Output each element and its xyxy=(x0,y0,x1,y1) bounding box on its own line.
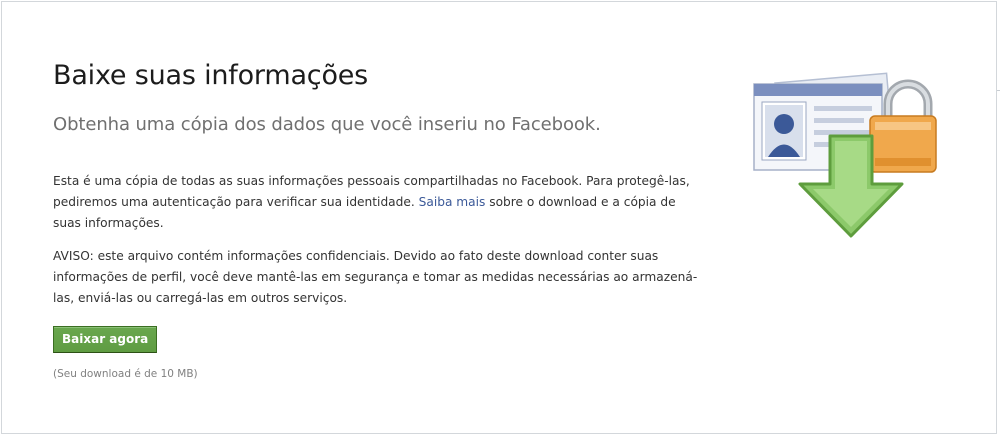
info-paragraph: Esta é uma cópia de todas as suas inform… xyxy=(53,171,698,234)
learn-more-link[interactable]: Saiba mais xyxy=(419,195,486,209)
page-subtitle: Obtenha uma cópia dos dados que você ins… xyxy=(53,114,601,135)
main-content: Baixe suas informações Obtenha uma cópia… xyxy=(53,52,698,381)
download-now-button[interactable]: Baixar agora xyxy=(53,326,158,353)
download-illustration xyxy=(753,72,937,238)
warning-paragraph: AVISO: este arquivo contém informações c… xyxy=(53,249,698,305)
page-title: Baixe suas informações xyxy=(53,60,369,91)
download-size-note: (Seu download é de 10 MB) xyxy=(53,368,198,380)
download-info-page: Baixe suas informações Obtenha uma cópia… xyxy=(0,0,1000,436)
